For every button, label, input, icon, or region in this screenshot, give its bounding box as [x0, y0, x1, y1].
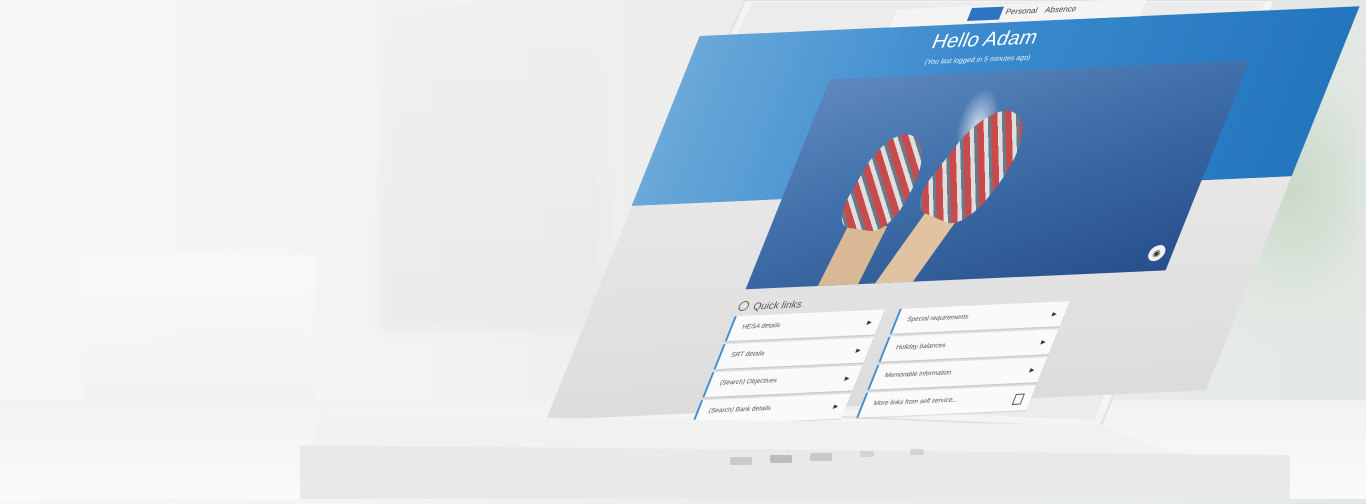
quick-link-label: HESA details	[740, 322, 782, 331]
quick-link-objectives[interactable]: (Search) Objectives ▸	[702, 365, 863, 398]
usb-port	[730, 457, 752, 465]
chevron-right-icon: ▸	[1028, 364, 1037, 375]
quick-link-label: SRT details	[729, 350, 766, 359]
usb-port	[860, 451, 874, 457]
nav-item-absence[interactable]: Absence	[1043, 4, 1078, 14]
quick-link-label: Holiday balances	[894, 342, 947, 352]
camera-icon[interactable]: ◉	[1145, 244, 1168, 262]
quick-link-label: (Search) Objectives	[718, 377, 779, 387]
laptop-base	[300, 395, 1300, 499]
portal-logo	[966, 6, 1004, 22]
usb-port	[910, 449, 924, 455]
nav-item-personal[interactable]: Personal	[1004, 6, 1039, 16]
usb-port	[810, 453, 832, 461]
laptop-base-shape	[300, 415, 1290, 499]
usb-port	[770, 455, 792, 463]
quick-link-label: Memorable information	[883, 369, 953, 380]
quick-link-srt[interactable]: SRT details ▸	[713, 337, 874, 370]
chevron-right-icon: ▸	[865, 316, 874, 328]
portal-nav: Personal Absence	[1004, 4, 1084, 16]
chevron-right-icon: ▸	[843, 372, 852, 384]
chevron-right-icon: ▸	[1039, 336, 1048, 347]
chevron-right-icon: ▸	[854, 344, 863, 356]
chevron-right-icon: ▸	[1050, 308, 1059, 319]
quick-link-label: Special requirements	[905, 313, 970, 324]
